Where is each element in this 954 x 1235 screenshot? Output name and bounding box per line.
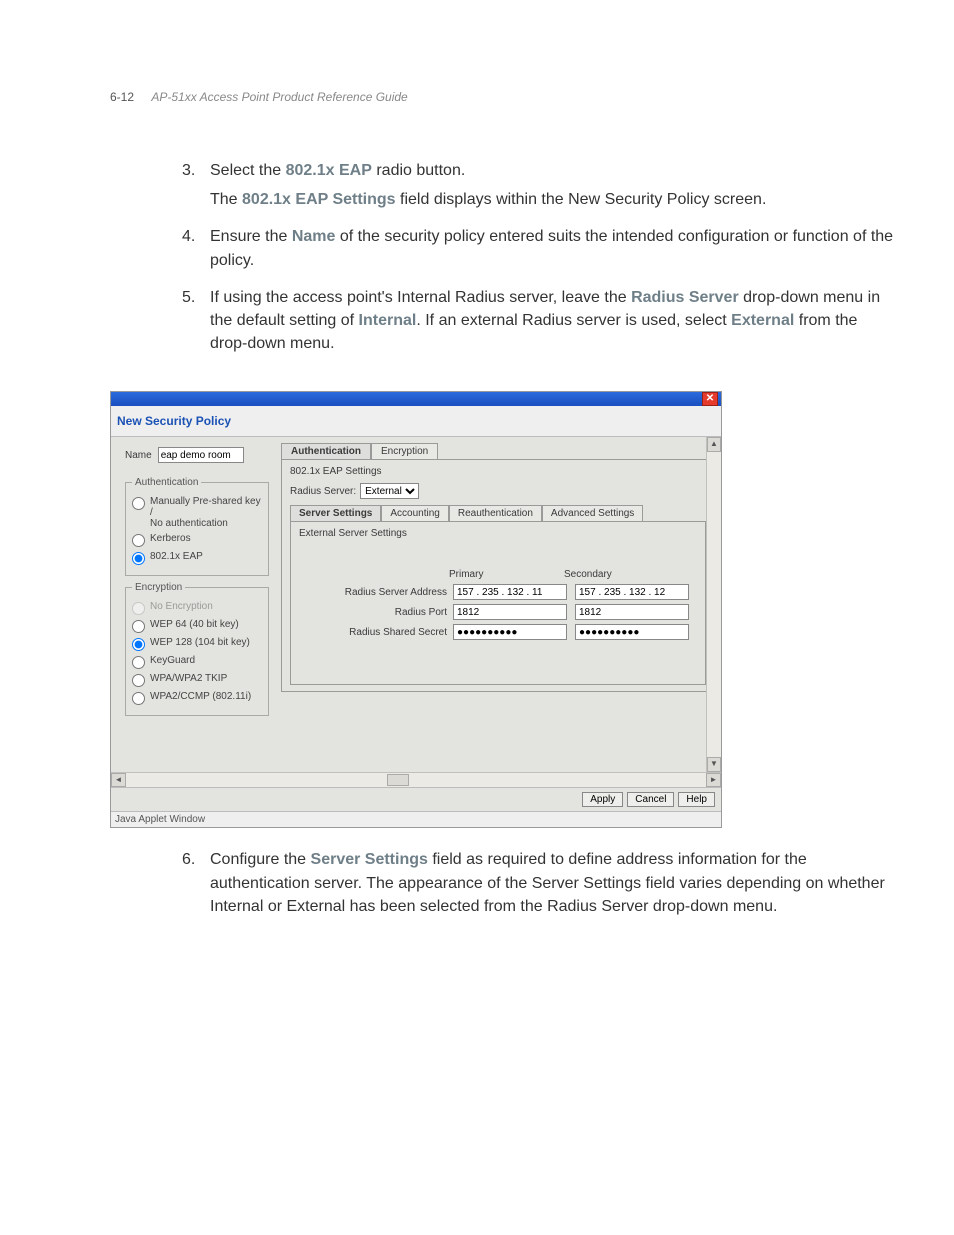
link-8021x-eap-settings: 802.1x EAP Settings: [242, 191, 396, 208]
tab-accounting[interactable]: Accounting: [381, 505, 448, 521]
screenshot-window: ✕ New Security Policy Name Authenticatio…: [110, 391, 722, 828]
input-radius-port-primary[interactable]: [453, 604, 567, 620]
radio-wep128[interactable]: [132, 638, 145, 651]
radio-label: Manually Pre-shared key / No authenticat…: [150, 496, 264, 529]
eap-settings-title: 802.1x EAP Settings: [290, 466, 706, 477]
input-radius-secret-secondary[interactable]: [575, 624, 689, 640]
radio-keyguard[interactable]: [132, 656, 145, 669]
scroll-left-icon[interactable]: ◄: [111, 773, 126, 787]
scroll-up-icon[interactable]: ▲: [707, 437, 721, 452]
radio-label: WPA/WPA2 TKIP: [150, 673, 227, 684]
link-name: Name: [292, 228, 336, 245]
page-number: 6-12: [110, 90, 134, 104]
tab-encryption[interactable]: Encryption: [371, 443, 438, 459]
encryption-group: Encryption No Encryption WEP 64 (40 bit …: [125, 582, 269, 716]
step-5: 5. If using the access point's Internal …: [182, 286, 894, 362]
link-8021x-eap: 802.1x EAP: [286, 162, 372, 179]
radius-server-label: Radius Server:: [290, 486, 356, 497]
radio-manual-psk[interactable]: [132, 497, 145, 510]
close-icon[interactable]: ✕: [702, 392, 718, 406]
horizontal-scrollbar[interactable]: ◄ ►: [111, 772, 721, 787]
radio-label: 802.1x EAP: [150, 551, 203, 562]
window-titlebar: ✕: [111, 392, 721, 406]
label-radius-address: Radius Server Address: [299, 587, 453, 598]
radio-label: KeyGuard: [150, 655, 195, 666]
tab-authentication[interactable]: Authentication: [281, 443, 371, 459]
java-applet-label: Java Applet Window: [111, 811, 721, 827]
radio-no-encryption: [132, 602, 145, 615]
scroll-right-icon[interactable]: ►: [706, 773, 721, 787]
radio-wep64[interactable]: [132, 620, 145, 633]
page-header: 6-12 AP-51xx Access Point Product Refere…: [110, 90, 894, 104]
step-number: 4.: [182, 225, 210, 277]
scroll-track[interactable]: [126, 773, 706, 787]
auth-legend: Authentication: [132, 477, 201, 488]
authentication-group: Authentication Manually Pre-shared key /…: [125, 477, 269, 576]
text: If using the access point's Internal Rad…: [210, 289, 631, 306]
radio-label: WPA2/CCMP (802.11i): [150, 691, 251, 702]
text: Select the: [210, 162, 286, 179]
label-radius-port: Radius Port: [299, 607, 453, 618]
text: Configure the: [210, 851, 311, 868]
radio-kerberos[interactable]: [132, 534, 145, 547]
text: radio button.: [372, 162, 465, 179]
input-radius-address-secondary[interactable]: [575, 584, 689, 600]
name-label: Name: [125, 450, 152, 461]
enc-legend: Encryption: [132, 582, 185, 593]
step-6: 6. Configure the Server Settings field a…: [182, 848, 894, 924]
input-radius-secret-primary[interactable]: [453, 624, 567, 640]
link-external: External: [731, 312, 794, 329]
input-radius-address-primary[interactable]: [453, 584, 567, 600]
cancel-button[interactable]: Cancel: [627, 792, 674, 807]
doc-title: AP-51xx Access Point Product Reference G…: [151, 90, 407, 104]
scroll-thumb[interactable]: [387, 774, 409, 786]
radio-label: WEP 64 (40 bit key): [150, 619, 239, 630]
radio-label: Kerberos: [150, 533, 191, 544]
radio-8021x-eap[interactable]: [132, 552, 145, 565]
name-input[interactable]: [158, 447, 244, 463]
link-internal: Internal: [359, 312, 417, 329]
col-primary: Primary: [449, 569, 564, 580]
external-server-title: External Server Settings: [299, 528, 697, 539]
radio-wpa2-ccmp[interactable]: [132, 692, 145, 705]
tab-advanced-settings[interactable]: Advanced Settings: [542, 505, 643, 521]
tab-reauthentication[interactable]: Reauthentication: [449, 505, 542, 521]
input-radius-port-secondary[interactable]: [575, 604, 689, 620]
radio-wpa-tkip[interactable]: [132, 674, 145, 687]
radius-server-select[interactable]: External: [360, 483, 419, 499]
help-button[interactable]: Help: [678, 792, 715, 807]
radio-label: No Encryption: [150, 601, 213, 612]
link-server-settings: Server Settings: [311, 851, 428, 868]
scroll-down-icon[interactable]: ▼: [707, 757, 721, 772]
step-number: 3.: [182, 159, 210, 217]
link-radius-server: Radius Server: [631, 289, 739, 306]
step-number: 6.: [182, 848, 210, 924]
label-radius-secret: Radius Shared Secret: [299, 627, 453, 638]
text: Ensure the: [210, 228, 292, 245]
col-secondary: Secondary: [564, 569, 679, 580]
vertical-scrollbar[interactable]: ▲ ▼: [706, 437, 721, 772]
text: The: [210, 191, 242, 208]
apply-button[interactable]: Apply: [582, 792, 623, 807]
step-number: 5.: [182, 286, 210, 362]
text: field displays within the New Security P…: [396, 191, 767, 208]
tab-server-settings[interactable]: Server Settings: [290, 505, 381, 521]
panel-heading: New Security Policy: [111, 406, 721, 437]
text: . If an external Radius server is used, …: [416, 312, 731, 329]
step-4: 4. Ensure the Name of the security polic…: [182, 225, 894, 277]
step-3: 3. Select the 802.1x EAP radio button. T…: [182, 159, 894, 217]
radio-label: WEP 128 (104 bit key): [150, 637, 250, 648]
